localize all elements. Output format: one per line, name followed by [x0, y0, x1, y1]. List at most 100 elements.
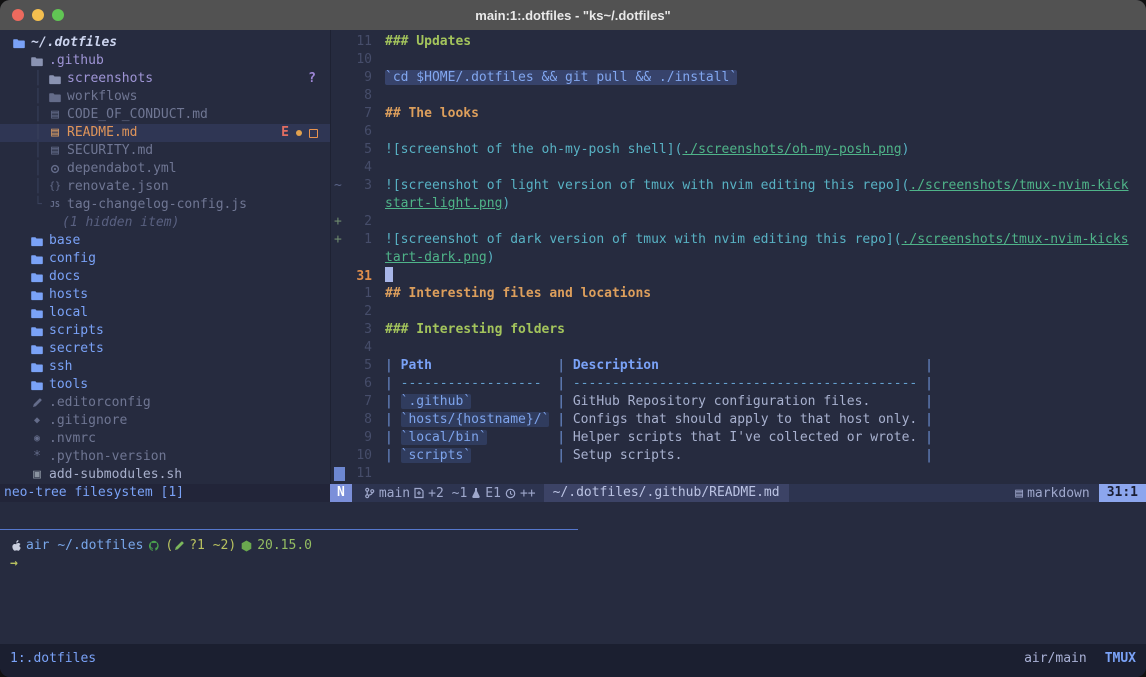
md-link: tart-dark.png [385, 250, 487, 265]
editor-line[interactable]: 4 [331, 339, 1146, 357]
tree-item-base[interactable]: base [0, 232, 330, 250]
tree-guide: │ [34, 124, 48, 142]
prompt-arrow[interactable]: → [10, 555, 18, 573]
table-row-line[interactable]: 10| `scripts` | Setup scripts. | [331, 447, 1146, 465]
tree-item-scripts[interactable]: scripts [0, 322, 330, 340]
error-mark: E [281, 124, 289, 142]
md-inline-code: `cd $HOME/.dotfiles && git pull && ./ins… [385, 70, 737, 85]
diff-file-icon [414, 487, 424, 499]
prompt-host: air [26, 537, 49, 555]
tree-item-add-submodules[interactable]: ▣ add-submodules.sh [0, 466, 330, 484]
zoom-button[interactable] [52, 9, 64, 21]
branch-name: main [379, 486, 410, 501]
file-path[interactable]: ~/.dotfiles/.github/README.md [544, 484, 789, 502]
tree-item-screenshots[interactable]: │ screenshots ? [0, 70, 330, 88]
tree-item-code-of-conduct[interactable]: │ ▤ CODE_OF_CONDUCT.md [0, 106, 330, 124]
tree-item-config[interactable]: config [0, 250, 330, 268]
tree-label: docs [49, 268, 80, 286]
tmux-pane-border[interactable] [0, 529, 578, 530]
folder-icon [30, 326, 44, 337]
md-heading2: ## The looks [385, 106, 479, 121]
editor-line[interactable]: +1![screenshot of dark version of tmux w… [331, 231, 1146, 249]
tree-label: local [49, 304, 88, 322]
editor-line[interactable]: 9`cd $HOME/.dotfiles && git pull && ./in… [331, 69, 1146, 87]
tree-item-nvmrc[interactable]: ◉ .nvmrc [0, 430, 330, 448]
tree-label: screenshots [67, 70, 153, 88]
table-row-line[interactable]: 9| `local/bin` | Helper scripts that I'v… [331, 429, 1146, 447]
tree-item-tag-changelog[interactable]: └ JS tag-changelog-config.js [0, 196, 330, 214]
editor-line-wrap[interactable]: start-light.png) [331, 195, 1146, 213]
table-divider-line[interactable]: 6| ------------------ | ----------------… [331, 375, 1146, 393]
tree-item-tools[interactable]: tools [0, 376, 330, 394]
editor-line[interactable]: 7## The looks [331, 105, 1146, 123]
tree-item-gitignore[interactable]: ◆ .gitignore [0, 412, 330, 430]
tree-item-dependabot[interactable]: │ dependabot.yml [0, 160, 330, 178]
tree-label: README.md [67, 124, 137, 142]
editor-line[interactable]: +2 [331, 213, 1146, 231]
tree-item-local[interactable]: local [0, 304, 330, 322]
tree-item-github[interactable]: .github [0, 52, 330, 70]
tree-item-python-version[interactable]: * .python-version [0, 448, 330, 466]
md-inline-code: `.github` [401, 394, 471, 409]
filetype-label: markdown [1027, 486, 1090, 501]
editor-line[interactable]: 5![screenshot of the oh-my-posh shell](.… [331, 141, 1146, 159]
folder-icon [48, 74, 62, 85]
tree-hidden-count[interactable]: (1 hidden item) [0, 214, 330, 232]
close-button[interactable] [12, 9, 24, 21]
traffic-lights [12, 0, 64, 30]
tree-item-ssh[interactable]: ssh [0, 358, 330, 376]
minimize-button[interactable] [32, 9, 44, 21]
diagnostics-errors: E1 [485, 486, 501, 501]
folder-icon [30, 344, 44, 355]
editor-line[interactable]: 2 [331, 303, 1146, 321]
tree-label: .gitignore [49, 412, 127, 430]
tree-item-workflows[interactable]: │ workflows [0, 88, 330, 106]
tree-item-security[interactable]: │ ▤ SECURITY.md [0, 142, 330, 160]
shell-prompt[interactable]: air ~/.dotfiles ( ?1 ~2 ) 20.15.0 [10, 537, 312, 555]
tree-label: tag-changelog-config.js [67, 196, 247, 214]
terminal-window: main:1:.dotfiles - "ks~/.dotfiles" ~/.do… [0, 0, 1146, 677]
editor-line[interactable]: 1## Interesting files and locations [331, 285, 1146, 303]
editor-line[interactable]: 11 [331, 465, 1146, 483]
editor-buffer[interactable]: 11### Updates 10 9`cd $HOME/.dotfiles &&… [330, 30, 1146, 487]
titlebar[interactable]: main:1:.dotfiles - "ks~/.dotfiles" [0, 0, 1146, 30]
table-row-line[interactable]: 7| `.github` | GitHub Repository configu… [331, 393, 1146, 411]
editor-line-wrap[interactable]: tart-dark.png) [331, 249, 1146, 267]
clock-icon [505, 488, 516, 499]
current-line-number: 31 [345, 268, 372, 286]
shell-file-icon: ▣ [30, 466, 44, 484]
tree-item-renovate[interactable]: │ {} renovate.json [0, 178, 330, 196]
table-header-line[interactable]: 5| Path | Description | [331, 357, 1146, 375]
tree-guide: └ [34, 196, 48, 214]
window-title: main:1:.dotfiles - "ks~/.dotfiles" [475, 8, 670, 23]
table-row-line[interactable]: 8| `hosts/{hostname}/` | Configs that sh… [331, 411, 1146, 429]
tree-item-hosts[interactable]: hosts [0, 286, 330, 304]
md-link: ./screenshots/tmux-nvim-kicks [902, 232, 1129, 247]
editor-line[interactable]: 6 [331, 123, 1146, 141]
bot-icon [48, 164, 62, 174]
neotree-sidebar: ~/.dotfiles .github │ screenshots ? │ wo… [0, 30, 330, 488]
tmux-window-tab[interactable]: 1:.dotfiles [10, 650, 96, 668]
tree-guide: │ [34, 70, 48, 88]
md-link: ./screenshots/tmux-nvim-kick [909, 178, 1128, 193]
editor-line[interactable]: 8 [331, 87, 1146, 105]
folder-open-icon [12, 38, 26, 49]
editor-cursor-line[interactable]: 31 [331, 267, 1146, 285]
editor-line[interactable]: 3### Interesting folders [331, 321, 1146, 339]
markdown-file-icon: ▤ [48, 142, 62, 160]
tree-item-docs[interactable]: docs [0, 268, 330, 286]
tmux-session-name: air/main [1024, 650, 1087, 668]
folder-icon [30, 380, 44, 391]
cursor-position: 31:1 [1099, 484, 1146, 502]
editor-line[interactable]: 4 [331, 159, 1146, 177]
editor-line[interactable]: 11### Updates [331, 33, 1146, 51]
md-inline-code: `scripts` [401, 448, 471, 463]
tree-item-readme-selected[interactable]: │ ▤ README.md E [0, 124, 330, 142]
tree-item-editorconfig[interactable]: .editorconfig [0, 394, 330, 412]
md-link: ./screenshots/oh-my-posh.png [682, 142, 901, 157]
editor-line[interactable]: 10 [331, 51, 1146, 69]
tree-item-secrets[interactable]: secrets [0, 340, 330, 358]
tree-item-root[interactable]: ~/.dotfiles [0, 34, 330, 52]
editor-line[interactable]: ~3![screenshot of light version of tmux … [331, 177, 1146, 195]
diff-counts: +2 ~1 [428, 486, 467, 501]
